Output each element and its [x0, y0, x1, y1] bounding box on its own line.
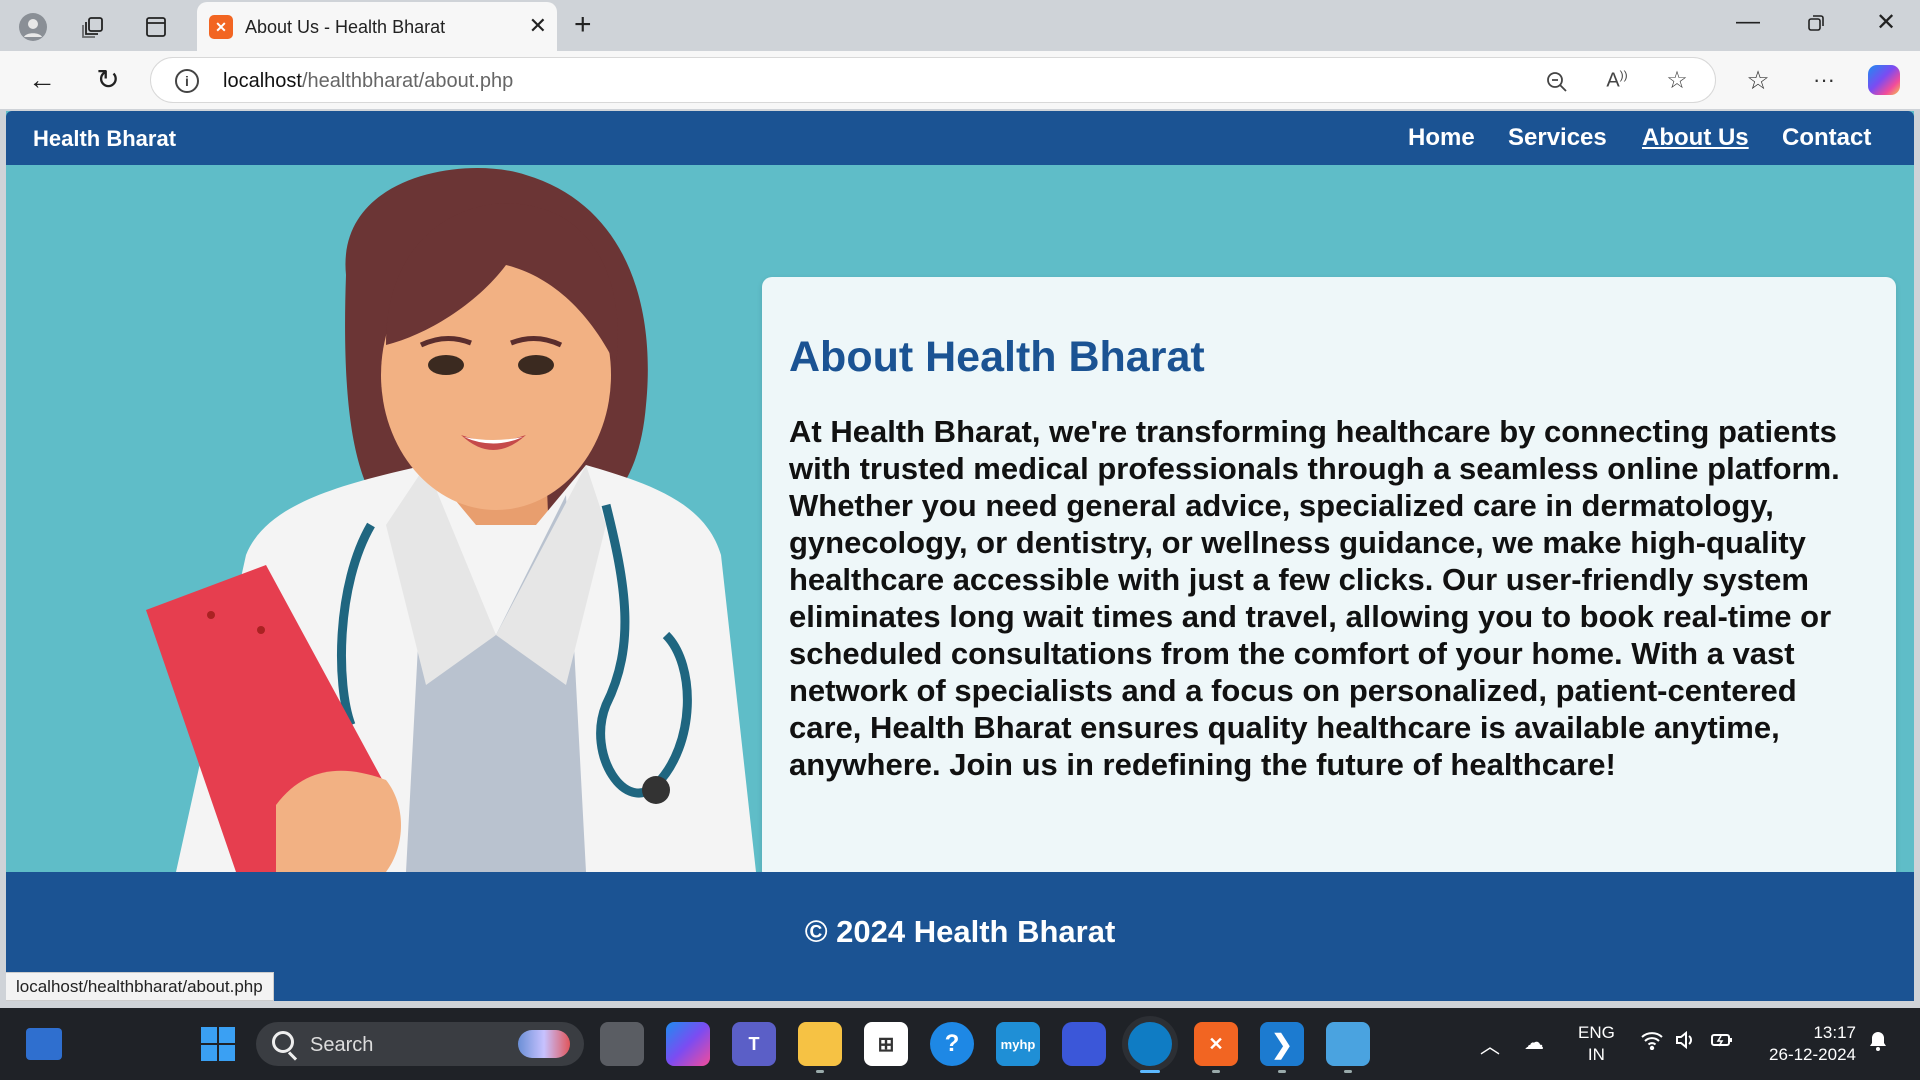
photos-icon[interactable]	[1326, 1022, 1370, 1066]
copilot-app-icon[interactable]	[666, 1022, 710, 1066]
wifi-icon[interactable]	[1640, 1030, 1664, 1056]
address-bar[interactable]: i localhost/healthbharat/about.php A)) ☆	[150, 57, 1716, 103]
myhp-icon[interactable]: myhp	[996, 1022, 1040, 1066]
active-tab[interactable]: ✕ About Us - Health Bharat ✕	[197, 2, 557, 51]
tab-close-icon[interactable]: ✕	[529, 13, 547, 39]
tab-actions-icon[interactable]	[139, 10, 173, 44]
start-icon[interactable]	[196, 1022, 240, 1066]
task-view-icon[interactable]	[600, 1022, 644, 1066]
search-highlight-icon	[518, 1030, 570, 1058]
read-aloud-icon[interactable]: A))	[1601, 68, 1633, 93]
footer-copyright: © 2024 Health Bharat	[804, 914, 1116, 949]
browser-tab-bar: ✕ About Us - Health Bharat ✕ + — ✕	[0, 0, 1920, 51]
tray-overflow-icon[interactable]: ︿	[1480, 1030, 1500, 1059]
help-icon[interactable]: ?	[930, 1022, 974, 1066]
restore-icon[interactable]	[1796, 8, 1836, 39]
status-bar-url: localhost/healthbharat/about.php	[6, 972, 274, 1001]
doctor-illustration	[146, 168, 756, 872]
nav-about-us[interactable]: About Us	[1642, 124, 1749, 152]
search-label: Search	[310, 1034, 374, 1056]
language-indicator[interactable]: ENG IN	[1578, 1022, 1615, 1066]
copilot-hex-icon[interactable]	[1062, 1022, 1106, 1066]
xampp-icon: ✕	[209, 15, 233, 39]
file-explorer-icon[interactable]	[798, 1022, 842, 1066]
taskbar-search[interactable]: Search	[256, 1022, 584, 1066]
more-options-icon[interactable]: ···	[1806, 64, 1842, 96]
favorites-icon[interactable]: ☆	[1740, 64, 1776, 96]
teams-icon[interactable]: T	[732, 1022, 776, 1066]
system-clock[interactable]: 13:17 26-12-2024	[1760, 1022, 1856, 1066]
new-tab-button[interactable]: +	[574, 8, 592, 42]
zoom-icon[interactable]	[1541, 66, 1573, 101]
volume-icon[interactable]	[1674, 1030, 1696, 1056]
site-footer: © 2024 Health Bharat	[6, 872, 1914, 1001]
tab-title: About Us - Health Bharat	[245, 17, 446, 37]
collections-icon[interactable]	[76, 10, 110, 44]
notifications-bell-icon[interactable]	[1868, 1030, 1888, 1058]
vscode-icon[interactable]: ❯	[1260, 1022, 1304, 1066]
widgets-icon[interactable]	[26, 1028, 62, 1060]
favorite-star-icon[interactable]: ☆	[1661, 66, 1693, 95]
close-window-icon[interactable]: ✕	[1866, 8, 1906, 37]
about-paragraph: At Health Bharat, we're transforming hea…	[789, 414, 1840, 782]
nav-services[interactable]: Services	[1508, 124, 1607, 152]
onedrive-icon[interactable]: ☁	[1524, 1030, 1544, 1055]
about-card: About Health Bharat At Health Bharat, we…	[762, 277, 1896, 881]
about-title: About Health Bharat	[789, 333, 1205, 381]
windows-taskbar: Search T ⊞ ? myhp ✕ ❯ ︿ ☁ ENG IN 13:17 2…	[0, 1008, 1920, 1080]
url-text[interactable]: localhost/healthbharat/about.php	[223, 70, 513, 93]
nav-home[interactable]: Home	[1408, 124, 1475, 152]
back-icon[interactable]: ←	[22, 64, 62, 96]
page-viewport: Health Bharat Home Services About Us Con…	[6, 111, 1914, 1001]
battery-icon[interactable]	[1710, 1030, 1734, 1056]
xampp-taskbar-icon[interactable]: ✕	[1194, 1022, 1238, 1066]
store-icon[interactable]: ⊞	[864, 1022, 908, 1066]
address-toolbar: ← ↻ i localhost/healthbharat/about.php A…	[0, 51, 1920, 109]
site-brand[interactable]: Health Bharat	[33, 126, 176, 152]
edge-icon[interactable]	[1128, 1022, 1172, 1066]
refresh-icon[interactable]: ↻	[88, 64, 128, 96]
site-info-icon[interactable]: i	[175, 69, 199, 93]
nav-contact[interactable]: Contact	[1782, 124, 1871, 152]
minimize-icon[interactable]: —	[1728, 8, 1768, 36]
copilot-icon[interactable]	[1868, 65, 1900, 95]
site-navbar: Health Bharat Home Services About Us Con…	[6, 111, 1914, 165]
search-icon	[272, 1031, 294, 1053]
profile-icon[interactable]	[16, 10, 50, 44]
